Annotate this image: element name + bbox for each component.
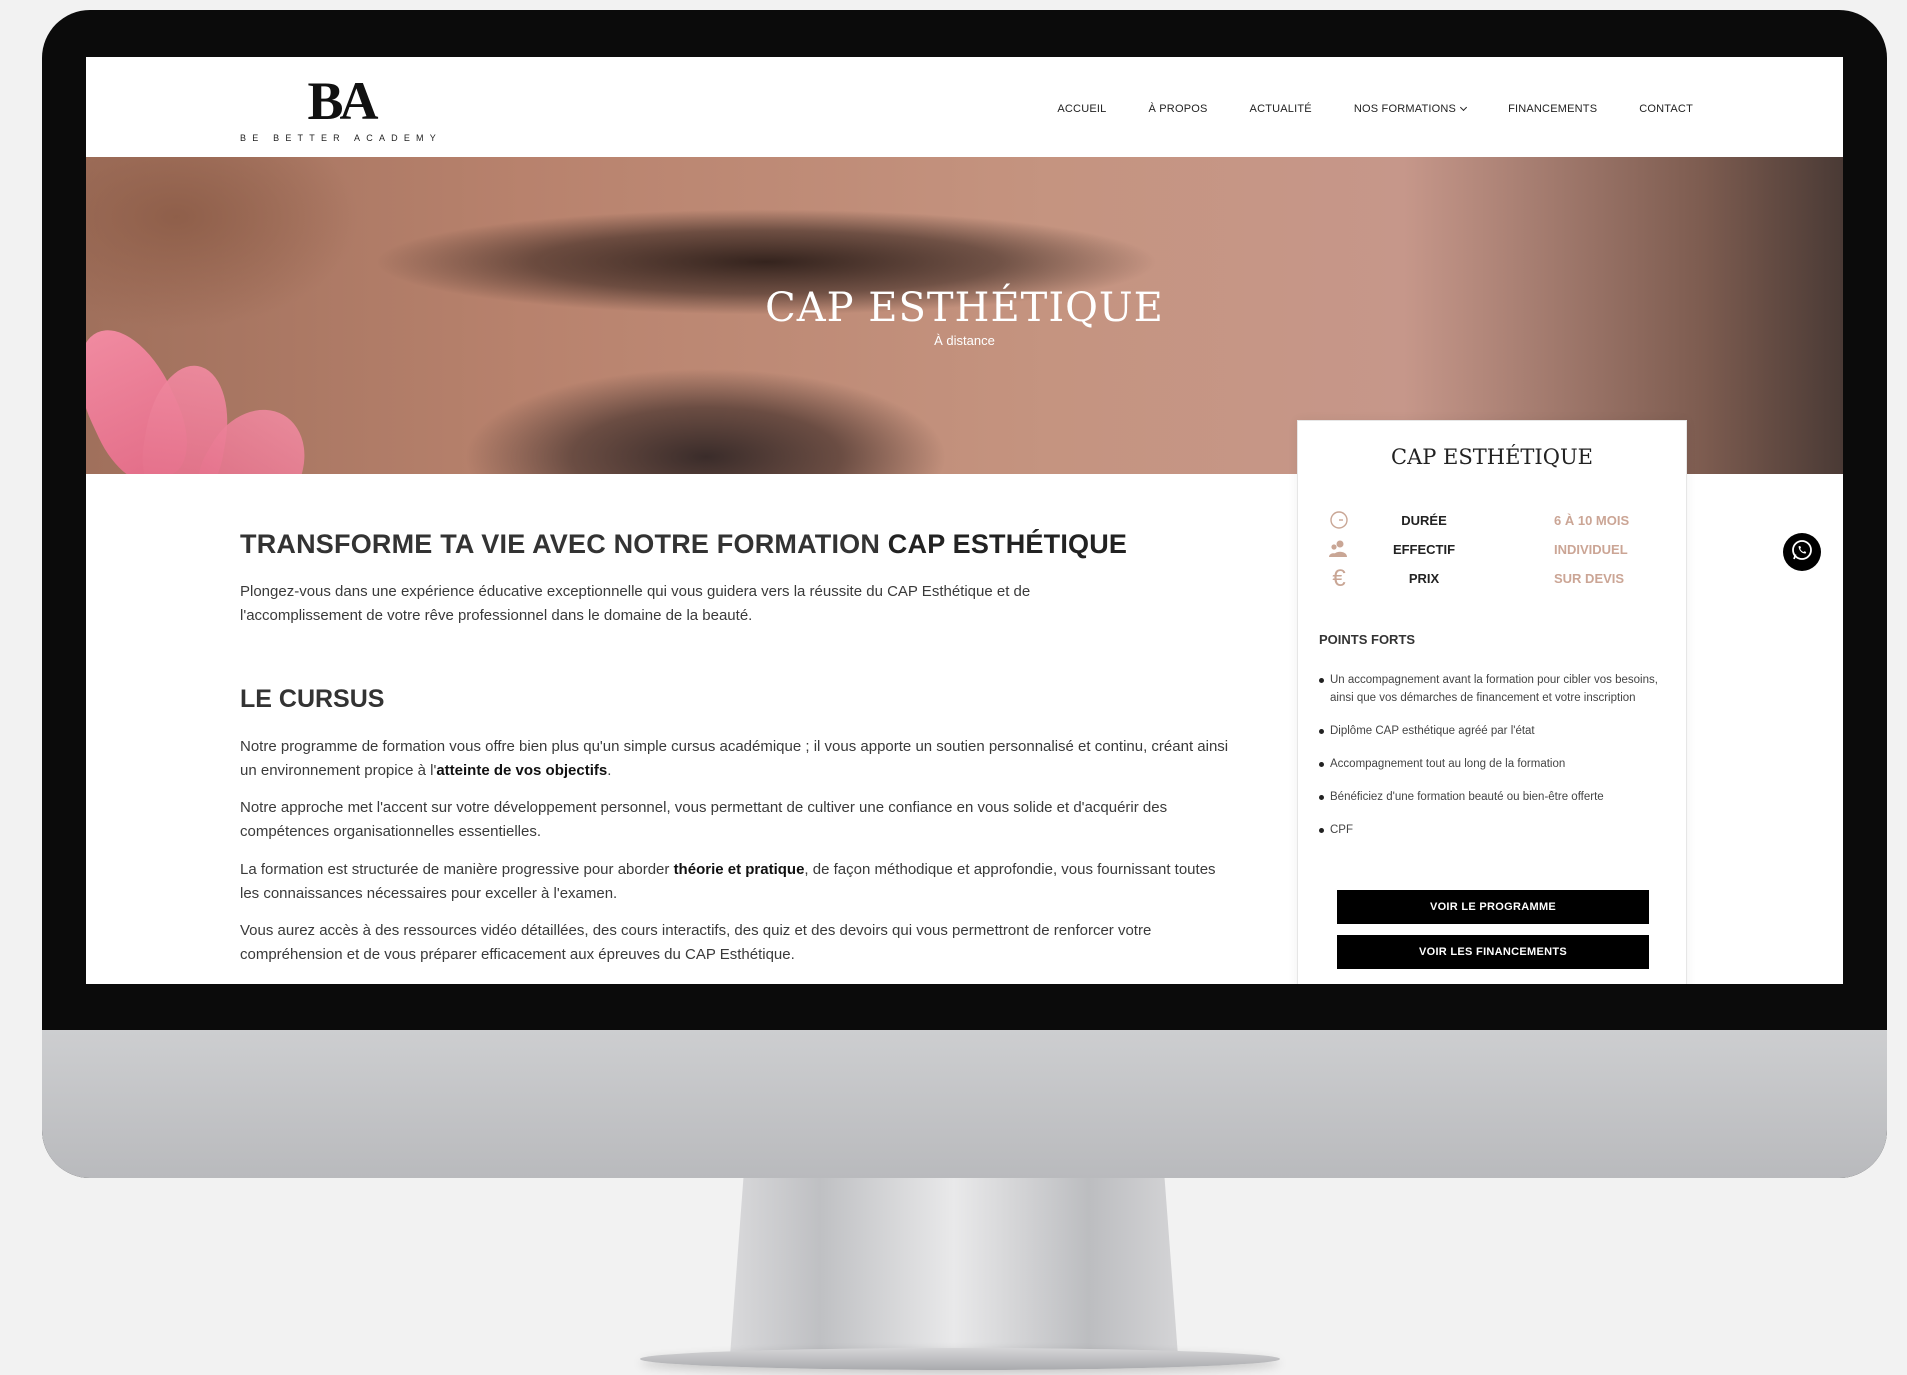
monitor-stand bbox=[730, 1178, 1178, 1356]
spec-value: 6 À 10 MOIS bbox=[1554, 513, 1630, 528]
list-item: CPF bbox=[1319, 821, 1669, 839]
site-header: BA BE BETTER ACADEMY ACCUEIL À PROPOS AC… bbox=[86, 57, 1843, 157]
chevron-down-icon bbox=[1460, 103, 1468, 112]
nav-nos-formations-label: NOS FORMATIONS bbox=[1353, 103, 1457, 115]
nav-financements[interactable]: FINANCEMENTS bbox=[1508, 103, 1597, 115]
spec-value: SUR DEVIS bbox=[1554, 571, 1625, 586]
hero-subtitle: À distance bbox=[934, 333, 995, 348]
cursus-paragraph-2: Notre approche met l'accent sur votre dé… bbox=[240, 799, 1168, 840]
points-forts-list: Un accompagnement avant la formation pou… bbox=[1319, 671, 1669, 854]
spec-label: DURÉE bbox=[1401, 513, 1447, 528]
spec-row-duree: DURÉE 6 À 10 MOIS bbox=[1328, 508, 1668, 534]
cursus-p3-text: La formation est structurée de manière p… bbox=[240, 861, 674, 878]
hero-title: CAP ESTHÉTIQUE bbox=[765, 285, 1164, 331]
monitor-stand-base bbox=[640, 1348, 1280, 1370]
cursus-paragraph-4: Vous aurez accès à des ressources vidéo … bbox=[240, 922, 1152, 963]
main-nav: ACCUEIL À PROPOS ACTUALITÉ NOS FORMATION… bbox=[1057, 103, 1693, 115]
cursus-paragraph-1: Notre programme de formation vous offre … bbox=[240, 735, 1230, 783]
website-screen: BA BE BETTER ACADEMY ACCUEIL À PROPOS AC… bbox=[86, 57, 1843, 984]
list-item: Accompagnement tout au long de la format… bbox=[1319, 755, 1669, 773]
whatsapp-icon bbox=[1790, 538, 1814, 567]
cursus-heading: LE CURSUS bbox=[240, 685, 385, 713]
nav-actualite[interactable]: ACTUALITÉ bbox=[1250, 103, 1312, 115]
list-item: Bénéficiez d'une formation beauté ou bie… bbox=[1319, 788, 1669, 806]
voir-financements-button[interactable]: VOIR LES FINANCEMENTS bbox=[1337, 935, 1649, 969]
nav-nos-formations[interactable]: NOS FORMATIONS bbox=[1353, 103, 1468, 115]
logo-mark: BA bbox=[307, 71, 378, 131]
nav-a-propos[interactable]: À PROPOS bbox=[1148, 103, 1207, 115]
spec-row-effectif: EFFECTIF INDIVIDUEL bbox=[1328, 537, 1668, 563]
cursus-p1-bold: atteinte de vos objectifs bbox=[436, 762, 608, 779]
cursus-p3-bold: théorie et pratique bbox=[673, 861, 805, 878]
cursus-p1-end: . bbox=[607, 762, 612, 779]
whatsapp-button[interactable] bbox=[1783, 533, 1821, 571]
list-item: Diplôme CAP esthétique agréé par l'état bbox=[1319, 722, 1669, 740]
page-heading-bold: CAP ESTHÉTIQUE bbox=[887, 529, 1128, 559]
logo[interactable]: BA BE BETTER ACADEMY bbox=[226, 71, 456, 143]
monitor-chin bbox=[42, 1030, 1887, 1178]
list-item: Un accompagnement avant la formation pou… bbox=[1319, 671, 1669, 707]
logo-text: BE BETTER ACADEMY bbox=[240, 133, 442, 143]
page-heading-prefix: TRANSFORME TA VIE AVEC NOTRE FORMATION bbox=[240, 529, 888, 559]
spec-value: INDIVIDUEL bbox=[1554, 542, 1628, 557]
points-forts-title: POINTS FORTS bbox=[1319, 632, 1416, 647]
card-title: CAP ESTHÉTIQUE bbox=[1391, 445, 1593, 469]
clock-icon bbox=[1328, 510, 1350, 532]
voir-programme-button[interactable]: VOIR LE PROGRAMME bbox=[1337, 890, 1649, 924]
page-heading: TRANSFORME TA VIE AVEC NOTRE FORMATION C… bbox=[240, 529, 1127, 560]
nav-accueil[interactable]: ACCUEIL bbox=[1057, 103, 1106, 115]
nav-contact[interactable]: CONTACT bbox=[1639, 103, 1693, 115]
euro-icon: € bbox=[1332, 565, 1346, 592]
spec-label: PRIX bbox=[1408, 571, 1440, 586]
formation-summary-card: CAP ESTHÉTIQUE DURÉE 6 À 10 MOIS EFFECTI… bbox=[1297, 420, 1687, 984]
cursus-p1-text: Notre programme de formation vous offre … bbox=[240, 738, 1229, 779]
intro-paragraph: Plongez-vous dans une expérience éducati… bbox=[240, 583, 1031, 624]
users-icon bbox=[1328, 539, 1350, 561]
spec-label: EFFECTIF bbox=[1392, 542, 1456, 557]
spec-row-prix: € PRIX SUR DEVIS bbox=[1328, 566, 1668, 592]
cursus-paragraph-3: La formation est structurée de manière p… bbox=[240, 858, 1230, 906]
